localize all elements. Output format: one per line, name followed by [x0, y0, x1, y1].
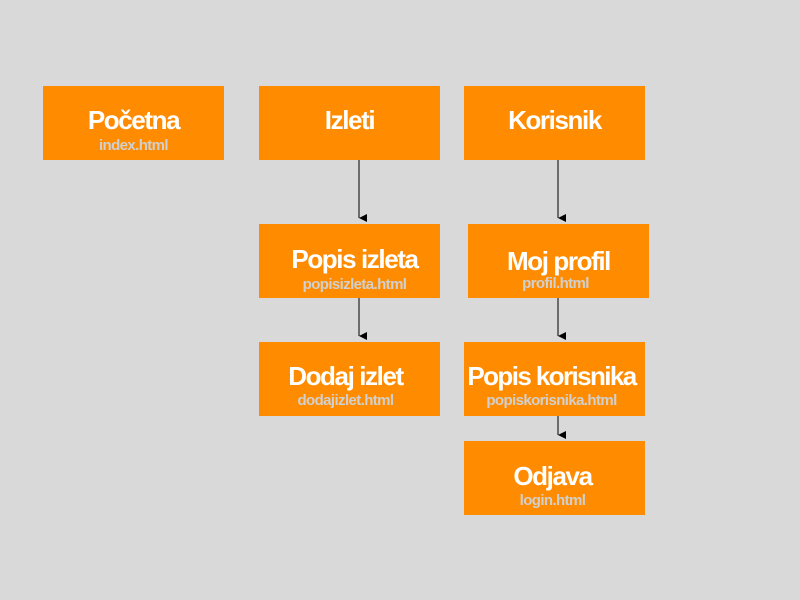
- site-map-diagram: Početna index.html Izleti Korisnik Popis…: [0, 0, 800, 600]
- connectors: [358, 160, 566, 439]
